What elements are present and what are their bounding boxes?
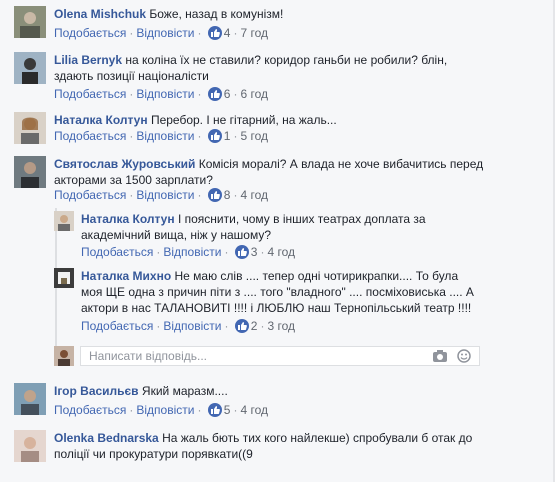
reply-actions: Подобається · Відповісти · 2 · 3 год	[81, 319, 296, 333]
reply-input[interactable]: Написати відповідь...	[89, 349, 207, 363]
comment-text: на коліна їх не ставили? коридор ганьби …	[125, 53, 448, 67]
reply-text: актори в нас ТАЛАНОВИТІ !!!! і ЛЮБЛЮ наш…	[81, 301, 472, 315]
avatar[interactable]	[54, 268, 74, 288]
like-link[interactable]: Подобається	[54, 129, 126, 143]
timestamp[interactable]: 4 год	[240, 188, 268, 202]
thumbs-up-icon	[207, 87, 222, 101]
like-link[interactable]: Подобається	[54, 87, 126, 101]
camera-icon[interactable]	[432, 349, 448, 363]
like-link[interactable]: Подобається	[54, 26, 126, 40]
reply-text: Не маю слів .... тепер одні чотирикрапки…	[174, 269, 459, 283]
reply-link[interactable]: Відповісти	[163, 245, 221, 259]
avatar[interactable]	[14, 52, 46, 84]
comment-text: Боже, назад в комунізм!	[149, 7, 284, 21]
comment-author[interactable]: Lilia Bernyk	[54, 53, 122, 67]
reply-link[interactable]: Відповісти	[163, 319, 221, 333]
comment-author[interactable]: Святослав Журовський	[54, 157, 195, 171]
comment-text: здають позиції націоналісти	[54, 69, 209, 83]
comment-text: акторами за 1500 зарплати?	[54, 173, 213, 187]
comment-actions: Подобається · Відповісти · 5 · 4 год	[54, 403, 269, 417]
avatar[interactable]	[14, 6, 46, 38]
comment-author[interactable]: Olenka Bednarska	[54, 431, 159, 445]
avatar[interactable]	[14, 383, 46, 415]
thumbs-up-icon	[207, 403, 222, 417]
like-link[interactable]: Подобається	[54, 188, 126, 202]
timestamp[interactable]: 3 год	[267, 319, 295, 333]
reply-text: академічний вища, ніж у нашому?	[81, 228, 272, 242]
comment-actions: Подобається · Відповісти · 4 · 7 год	[54, 26, 269, 40]
comment-actions: Подобається · Відповісти · 8 · 4 год	[54, 188, 269, 202]
avatar[interactable]	[14, 112, 46, 144]
emoji-icon[interactable]	[457, 349, 473, 363]
comments-list: Olena Mishchuk Боже, назад в комунізм! П…	[0, 0, 555, 482]
thumbs-up-icon	[207, 129, 222, 143]
like-link[interactable]: Подобається	[81, 245, 153, 259]
thumbs-up-icon	[234, 245, 249, 259]
reply-text: моя ЩЕ одна з причин піти з .... того "в…	[81, 285, 474, 299]
timestamp[interactable]: 6 год	[240, 87, 268, 101]
comment-text: На жаль бють тих кого найлекше) спробува…	[162, 431, 473, 445]
comment-text: Перебор. І не гітарний, на жаль...	[150, 113, 337, 127]
comment-text: Який маразм....	[141, 384, 228, 398]
thumbs-up-icon	[234, 319, 249, 333]
current-user-avatar	[54, 346, 74, 366]
reply-link[interactable]: Відповісти	[136, 129, 194, 143]
like-link[interactable]: Подобається	[81, 319, 153, 333]
reply-author[interactable]: Наталка Михно	[81, 269, 171, 283]
comment-author[interactable]: Ігор Васильєв	[54, 384, 139, 398]
reply-text: І пояснити, чому в інших театрах доплата…	[177, 212, 426, 226]
comment-actions: Подобається · Відповісти · 1 · 5 год	[54, 129, 269, 143]
timestamp[interactable]: 4 год	[240, 403, 268, 417]
reply-link[interactable]: Відповісти	[136, 87, 194, 101]
avatar[interactable]	[54, 211, 74, 231]
thumbs-up-icon	[207, 188, 222, 202]
reply-link[interactable]: Відповісти	[136, 188, 194, 202]
reply-link[interactable]: Відповісти	[136, 26, 194, 40]
like-link[interactable]: Подобається	[54, 403, 126, 417]
timestamp[interactable]: 7 год	[240, 26, 268, 40]
timestamp[interactable]: 4 год	[267, 245, 295, 259]
avatar[interactable]	[14, 156, 46, 188]
comment-text: Комісія моралі? А влада не хоче вибачити…	[198, 157, 484, 171]
timestamp[interactable]: 5 год	[240, 129, 268, 143]
avatar[interactable]	[14, 430, 46, 462]
thumbs-up-icon	[207, 26, 222, 40]
reply-link[interactable]: Відповісти	[136, 403, 194, 417]
reply-actions: Подобається · Відповісти · 3 · 4 год	[81, 245, 296, 259]
reply-composer[interactable]: Написати відповідь...	[80, 346, 480, 366]
comment-text: поліції чи прокуратури порявкати((9	[54, 447, 253, 461]
comment-actions: Подобається · Відповісти · 6 · 6 год	[54, 87, 269, 101]
comment-author[interactable]: Olena Mishchuk	[54, 7, 146, 21]
comment-author[interactable]: Наталка Колтун	[54, 113, 148, 127]
reply-author[interactable]: Наталка Колтун	[81, 212, 175, 226]
